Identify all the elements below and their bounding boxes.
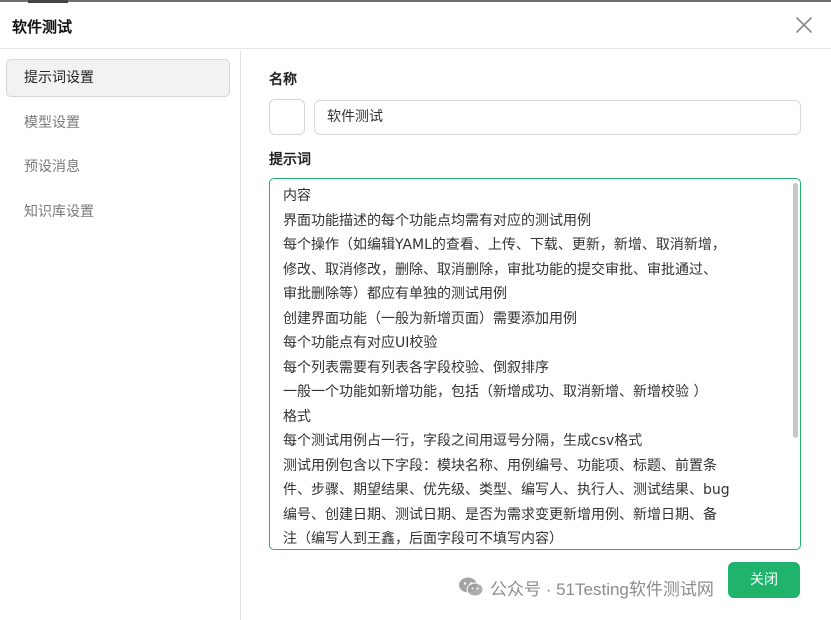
resize-handle[interactable]	[792, 541, 799, 548]
prompt-line: 一般一个功能如新增功能，包括（新增成功、取消新增、新增校验 ）	[283, 384, 708, 400]
prompt-line: 编号、创建日期、测试日期、是否为需求变更新增用例、新增日期、备	[283, 506, 717, 523]
prompt-text: 内容界面功能描述的每个功能点均需有对应的测试用例每个操作（如编辑YAML的查看、…	[283, 184, 788, 549]
prompt-textarea[interactable]: 内容界面功能描述的每个功能点均需有对应的测试用例每个操作（如编辑YAML的查看、…	[269, 178, 801, 550]
prompt-line: 每个功能点有对应UI校验	[283, 335, 438, 351]
close-button[interactable]: 关闭	[728, 562, 800, 598]
prompt-line: 界面功能描述的每个功能点均需有对应的测试用例	[283, 212, 591, 229]
prompt-line: 创建界面功能（一般为新增页面）需要添加用例	[283, 310, 577, 327]
sidebar-item-knowledge-base-settings[interactable]: 知识库设置	[6, 193, 230, 231]
prompt-line: 每个列表需要有列表各字段校验、倒叙排序	[283, 359, 549, 376]
scrollbar-thumb[interactable]	[793, 183, 798, 438]
close-icon[interactable]	[793, 14, 815, 36]
watermark-text: 公众号 · 51Testing软件测试网	[490, 579, 714, 599]
settings-sidebar: 提示词设置 模型设置 预设消息 知识库设置	[0, 50, 241, 620]
dialog-header: 软件测试	[0, 2, 831, 49]
name-label: 名称	[269, 72, 297, 88]
prompt-line: 注（编写人到王鑫，后面字段可不填写内容）	[283, 531, 563, 547]
prompt-label: 提示词	[269, 152, 311, 168]
sidebar-item-prompt-settings[interactable]: 提示词设置	[6, 59, 230, 97]
prompt-line: 件、步骤、期望结果、优先级、类型、编写人、执行人、测试结果、bug	[283, 482, 730, 498]
prompt-line: 每个测试用例占一行，字段之间用逗号分隔，生成csv格式	[283, 433, 643, 449]
watermark: 公众号 · 51Testing软件测试网	[458, 573, 714, 601]
prompt-line: 测试用例包含以下字段：模块名称、用例编号、功能项、标题、前置条	[283, 457, 717, 474]
prompt-line: 每个操作（如编辑YAML的查看、上传、下载、更新，新增、取消新增，	[283, 237, 726, 253]
settings-main-panel: 名称 软件测试 提示词 内容界面功能描述的每个功能点均需有对应的测试用例每个操作…	[241, 50, 831, 620]
sidebar-item-preset-messages[interactable]: 预设消息	[6, 148, 230, 186]
name-input[interactable]: 软件测试	[314, 100, 801, 135]
wechat-icon	[459, 577, 484, 597]
avatar-picker[interactable]	[269, 99, 305, 135]
prompt-line: 审批删除等）都应有单独的测试用例	[283, 286, 507, 302]
prompt-line: 格式	[283, 408, 311, 425]
prompt-line: 修改、取消修改，删除、取消删除，审批功能的提交审批、审批通过、	[283, 261, 717, 278]
sidebar-item-model-settings[interactable]: 模型设置	[6, 104, 230, 142]
prompt-line: 内容	[283, 188, 311, 204]
dialog-title: 软件测试	[12, 18, 73, 36]
